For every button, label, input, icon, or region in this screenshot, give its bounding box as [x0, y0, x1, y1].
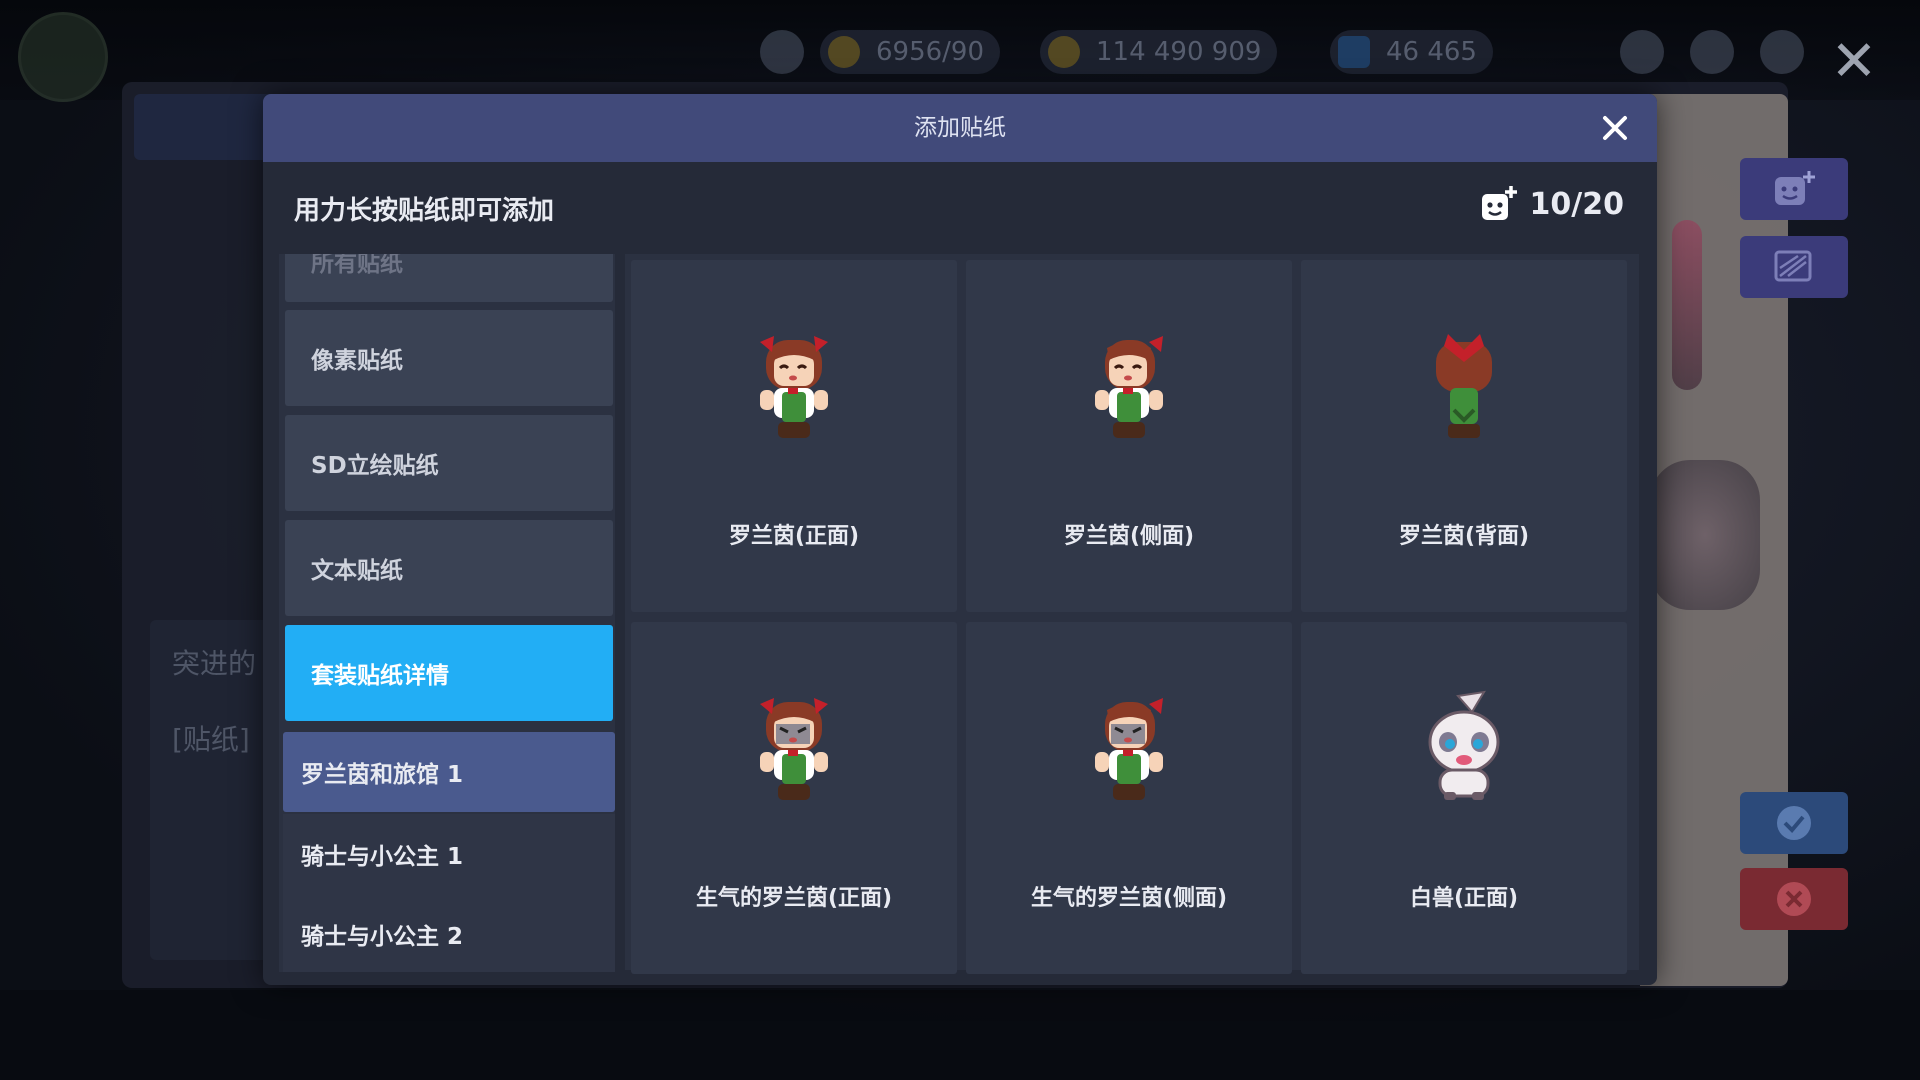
dialog-title: 添加贴纸	[914, 115, 1006, 141]
confirm-side-button[interactable]	[1740, 792, 1848, 854]
angry-rolanin-side-sticker-image	[1095, 698, 1163, 800]
background-chat-icon	[760, 30, 804, 74]
sticker-name: 白兽(正面)	[1409, 886, 1519, 911]
sticker-grid: 罗兰茵(正面) 罗兰茵(侧面) 罗兰茵(背面) 生气的罗兰茵(正面) 生气的罗兰…	[625, 254, 1639, 974]
background-mail-icon	[1760, 30, 1804, 74]
sticker-add-icon	[1775, 171, 1815, 205]
sticker-set-item-knight-princess-1[interactable]: 骑士与小公主 1	[283, 814, 615, 894]
player-avatar	[18, 12, 108, 102]
sticker-card-angry-rolanin-side[interactable]: 生气的罗兰茵(侧面)	[966, 622, 1292, 974]
add-sticker-dialog: 添加贴纸 用力长按贴纸即可添加 10/20 所有贴纸 像素贴纸 SD立绘贴纸 文…	[263, 94, 1657, 985]
gallery-side-button[interactable]	[1740, 236, 1848, 298]
check-circle-icon	[1777, 806, 1811, 840]
sticker-card-rolanin-back[interactable]: 罗兰茵(背面)	[1301, 260, 1627, 612]
sticker-card-rolanin-front[interactable]: 罗兰茵(正面)	[631, 260, 957, 612]
background-close-icon: ✕	[1830, 29, 1878, 94]
sticker-count: 10/20	[1529, 186, 1624, 222]
sticker-add-icon	[1481, 186, 1517, 220]
white-beast-front-sticker-image	[1428, 690, 1500, 800]
category-label: 文本贴纸	[311, 558, 403, 584]
close-button[interactable]	[1591, 104, 1639, 152]
stamina-stat: 6956/90	[820, 30, 1001, 74]
add-sticker-side-button[interactable]	[1740, 158, 1848, 220]
sticker-card-rolanin-side[interactable]: 罗兰茵(侧面)	[966, 260, 1292, 612]
gold-stat: 114 490 909	[1040, 30, 1278, 74]
stamina-icon	[828, 36, 860, 68]
background-face-icon	[1690, 30, 1734, 74]
sticker-set-label: 骑士与小公主 2	[301, 924, 464, 950]
category-list[interactable]: 所有贴纸 像素贴纸 SD立绘贴纸 文本贴纸 套装贴纸详情 罗兰茵和旅馆 1 骑士…	[279, 254, 615, 972]
close-icon	[1603, 116, 1627, 140]
category-set-sticker-details[interactable]: 套装贴纸详情	[285, 625, 613, 721]
category-label: 像素贴纸	[311, 348, 403, 374]
long-press-hint: 用力长按贴纸即可添加	[294, 196, 555, 226]
category-label: SD立绘贴纸	[311, 453, 439, 479]
background-left-text-2: [贴纸]	[172, 723, 250, 756]
background-bottom-nav	[0, 990, 1920, 1080]
angry-rolanin-front-sticker-image	[760, 698, 828, 800]
category-text-stickers[interactable]: 文本贴纸	[285, 520, 613, 616]
sticker-card-white-beast-front[interactable]: 白兽(正面)	[1301, 622, 1627, 974]
sticker-set-item-knight-princess-2[interactable]: 骑士与小公主 2	[283, 894, 615, 972]
rolanin-back-sticker-image	[1436, 334, 1492, 438]
sticker-name: 罗兰茵(正面)	[728, 524, 860, 549]
background-staff-image	[1672, 220, 1702, 390]
category-pixel-stickers[interactable]: 像素贴纸	[285, 310, 613, 406]
rolanin-side-sticker-image	[1095, 336, 1163, 438]
sticker-set-label: 骑士与小公主 1	[301, 844, 464, 870]
gem-stat: 46 465	[1330, 30, 1493, 74]
sticker-counter: 10/20	[1480, 182, 1624, 226]
sticker-card-angry-rolanin-front[interactable]: 生气的罗兰茵(正面)	[631, 622, 957, 974]
background-creature-image	[1650, 460, 1760, 610]
background-upload-icon	[1620, 30, 1664, 74]
rolanin-front-sticker-image	[760, 336, 828, 438]
dialog-header: 添加贴纸	[263, 94, 1657, 162]
x-circle-icon	[1777, 882, 1811, 916]
category-sd-art-stickers[interactable]: SD立绘贴纸	[285, 415, 613, 511]
sticker-name: 罗兰茵(侧面)	[1063, 524, 1195, 549]
category-label: 套装贴纸详情	[311, 663, 449, 689]
sticker-set-item-rolanin-inn-1[interactable]: 罗兰茵和旅馆 1	[283, 732, 615, 812]
image-frame-icon	[1774, 250, 1812, 282]
sticker-name: 生气的罗兰茵(侧面)	[1030, 886, 1228, 911]
sticker-name: 生气的罗兰茵(正面)	[695, 886, 893, 911]
gem-icon	[1338, 36, 1370, 68]
gold-coin-icon	[1048, 36, 1080, 68]
sticker-name: 罗兰茵(背面)	[1398, 524, 1530, 549]
sticker-set-label: 罗兰茵和旅馆 1	[301, 762, 464, 788]
category-all-stickers[interactable]: 所有贴纸	[285, 254, 613, 302]
cancel-side-button[interactable]	[1740, 868, 1848, 930]
background-left-text-1: 突进的	[172, 647, 257, 680]
